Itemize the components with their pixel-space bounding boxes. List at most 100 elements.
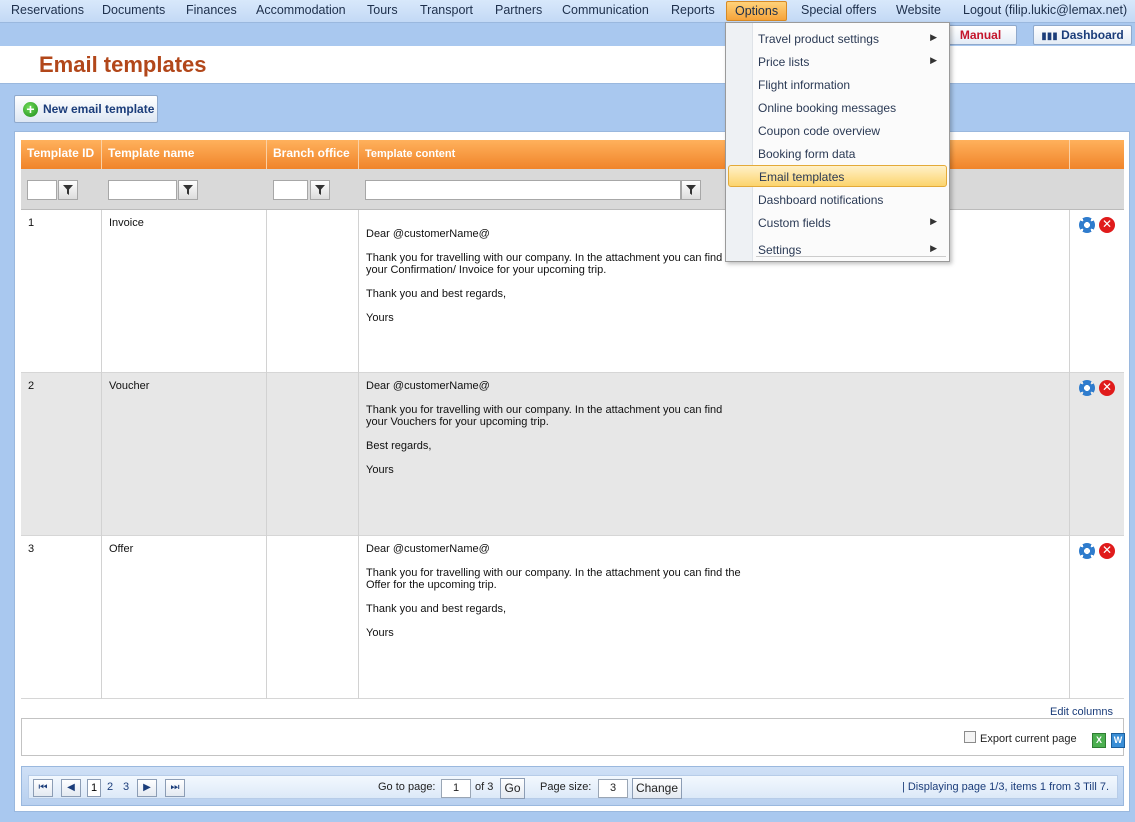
nav-accommodation[interactable]: Accommodation	[256, 3, 346, 17]
column-header-template-name[interactable]: Template name	[102, 140, 267, 169]
content-line: Dear @customerName@	[366, 228, 490, 240]
content-line: Thank you and best regards,	[366, 288, 507, 300]
filter-button-template-content[interactable]	[681, 180, 701, 200]
export-current-page-label: Export current page	[980, 733, 1077, 745]
menu-item-settings[interactable]: Settings ▶	[728, 238, 947, 260]
cell-branch-office	[267, 210, 359, 373]
menu-item-online-booking-messages[interactable]: Online booking messages	[728, 96, 947, 118]
nav-special-offers[interactable]: Special offers	[801, 3, 877, 17]
nav-communication[interactable]: Communication	[562, 3, 649, 17]
cell-template-id: 3	[21, 536, 102, 699]
change-page-size-button[interactable]: Change	[632, 778, 682, 799]
edit-columns-link[interactable]: Edit columns	[1050, 706, 1113, 718]
content-line: Thank you and best regards,	[366, 603, 507, 615]
prev-page-button[interactable]: ◀	[61, 779, 81, 797]
delete-icon[interactable]: ✕	[1099, 543, 1115, 559]
dashboard-icon: ▮▮▮	[1041, 31, 1058, 42]
menu-item-price-lists[interactable]: Price lists ▶	[728, 50, 947, 72]
menu-item-booking-form-data[interactable]: Booking form data	[728, 142, 947, 164]
page-number-current[interactable]: 1	[87, 779, 101, 797]
filter-button-branch-office[interactable]	[310, 180, 330, 200]
chevron-right-icon: ▶	[930, 216, 937, 226]
menu-item-email-templates[interactable]: Email templates	[728, 165, 947, 187]
cell-template-content: Dear @customerName@ Thank you for travel…	[359, 373, 1070, 536]
cell-branch-office	[267, 536, 359, 699]
gear-icon[interactable]	[1079, 380, 1095, 396]
content-line: Thank you for travelling with our compan…	[366, 404, 723, 428]
gear-icon[interactable]	[1079, 543, 1095, 559]
nav-website[interactable]: Website	[896, 3, 941, 17]
page-number[interactable]: 3	[123, 781, 129, 793]
filter-input-template-name[interactable]	[108, 180, 177, 200]
top-navigation: Reservations Documents Finances Accommod…	[0, 0, 1135, 23]
delete-icon[interactable]: ✕	[1099, 380, 1115, 396]
cell-template-content: Dear @customerName@ Thank you for travel…	[359, 536, 1070, 699]
plus-icon: +	[23, 102, 38, 117]
cell-template-name: Offer	[102, 536, 267, 699]
cell-template-id: 1	[21, 210, 102, 373]
chevron-right-icon: ▶	[930, 32, 937, 42]
content-line: Yours	[366, 464, 394, 476]
filter-icon	[183, 185, 193, 195]
cell-branch-office	[267, 373, 359, 536]
export-area: Export current page X W	[21, 718, 1125, 756]
column-header-actions	[1070, 140, 1124, 169]
table-row[interactable]: 2 Voucher Dear @customerName@ Thank you …	[21, 373, 1124, 536]
nav-transport[interactable]: Transport	[420, 3, 473, 17]
go-button[interactable]: Go	[500, 778, 525, 799]
gear-icon[interactable]	[1079, 217, 1095, 233]
dashboard-button[interactable]: ▮▮▮ Dashboard	[1033, 25, 1132, 45]
filter-input-template-id[interactable]	[27, 180, 57, 200]
cell-template-content: Dear @customerName@ Thank you for travel…	[359, 210, 1070, 373]
pager-bar: ⏮ ◀ 1 2 3 ▶ ⏭ Go to page: 1 of 3 Go Page…	[28, 775, 1118, 799]
delete-icon[interactable]: ✕	[1099, 217, 1115, 233]
content-line: Yours	[366, 312, 394, 324]
filter-input-branch-office[interactable]	[273, 180, 308, 200]
manual-button[interactable]: Manual	[944, 25, 1017, 45]
chevron-right-icon: ▶	[930, 243, 937, 253]
first-page-button[interactable]: ⏮	[33, 779, 53, 797]
filter-button-template-name[interactable]	[178, 180, 198, 200]
nav-reservations[interactable]: Reservations	[11, 3, 84, 17]
content-line: Thank you for travelling with our compan…	[366, 252, 723, 276]
nav-partners[interactable]: Partners	[495, 3, 542, 17]
page-title: Email templates	[39, 52, 207, 77]
table-row[interactable]: 1 Invoice Dear @customerName@ Thank you …	[21, 210, 1124, 373]
content-line: Dear @customerName@	[366, 380, 490, 392]
cell-template-name: Voucher	[102, 373, 267, 536]
chevron-right-icon: ▶	[930, 55, 937, 65]
filter-icon	[315, 185, 325, 195]
new-email-template-button[interactable]: + New email template	[14, 95, 158, 123]
column-header-template-content[interactable]: Template content	[359, 140, 1070, 169]
content-line: Best regards,	[366, 440, 432, 452]
next-page-button[interactable]: ▶	[137, 779, 157, 797]
column-header-branch-office[interactable]: Branch office	[267, 140, 359, 169]
go-to-page-input[interactable]: 1	[441, 779, 471, 798]
excel-export-icon[interactable]: X	[1092, 733, 1106, 748]
table-row[interactable]: 3 Offer Dear @customerName@ Thank you fo…	[21, 536, 1124, 699]
nav-documents[interactable]: Documents	[102, 3, 165, 17]
last-page-button[interactable]: ⏭	[165, 779, 185, 797]
menu-item-dashboard-notifications[interactable]: Dashboard notifications	[728, 188, 947, 210]
column-header-template-id[interactable]: Template ID	[21, 140, 102, 169]
menu-item-custom-fields[interactable]: Custom fields ▶	[728, 211, 947, 233]
content-line: Dear @customerName@	[366, 543, 490, 555]
page-count-label: of 3	[475, 781, 494, 793]
filter-button-template-id[interactable]	[58, 180, 78, 200]
nav-tours[interactable]: Tours	[367, 3, 398, 17]
filter-input-template-content[interactable]	[365, 180, 681, 200]
nav-reports[interactable]: Reports	[671, 3, 715, 17]
menu-item-flight-information[interactable]: Flight information	[728, 73, 947, 95]
export-current-page-checkbox[interactable]	[964, 731, 976, 743]
excel-export-alt-icon[interactable]: W	[1111, 733, 1125, 748]
filter-icon	[686, 185, 696, 195]
page-number[interactable]: 2	[107, 781, 113, 793]
nav-finances[interactable]: Finances	[186, 3, 237, 17]
nav-logout[interactable]: Logout (filip.lukic@lemax.net)	[963, 3, 1127, 17]
menu-item-coupon-code-overview[interactable]: Coupon code overview	[728, 119, 947, 141]
cell-template-id: 2	[21, 373, 102, 536]
page-header: Email templates	[0, 46, 1135, 84]
page-size-input[interactable]: 3	[598, 779, 628, 798]
menu-item-travel-product-settings[interactable]: Travel product settings ▶	[728, 27, 947, 49]
nav-options[interactable]: Options	[726, 1, 788, 21]
